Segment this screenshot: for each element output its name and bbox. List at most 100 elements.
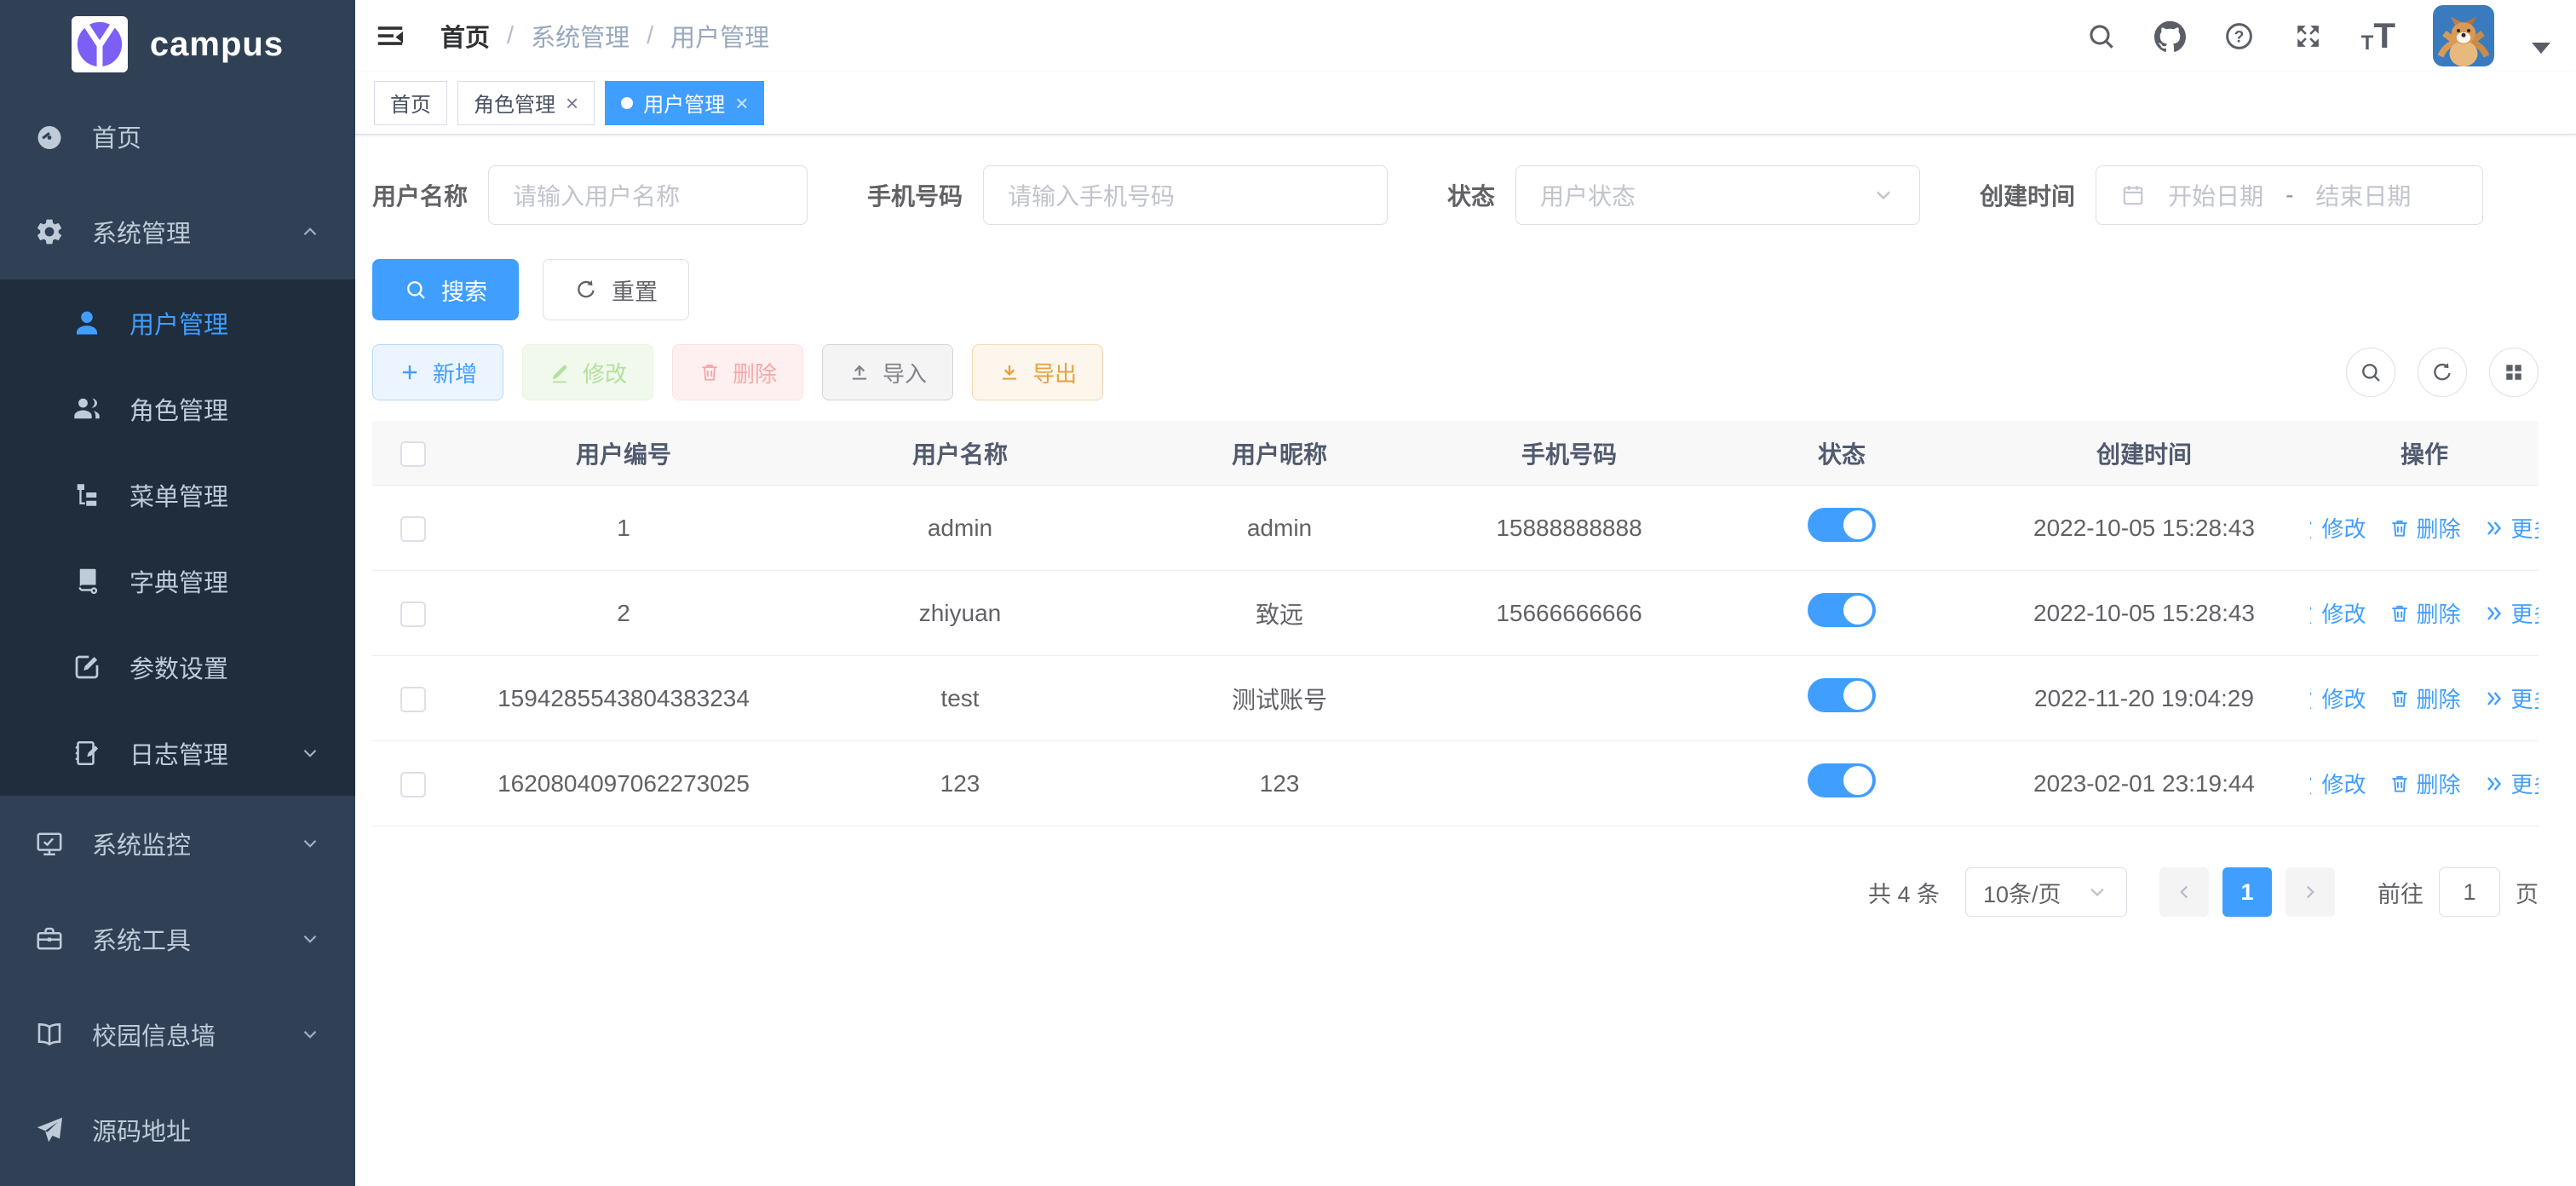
trash-icon bbox=[2389, 602, 2411, 625]
row-delete-link[interactable]: 删除 bbox=[2389, 682, 2461, 714]
sidebar-item-user-management[interactable]: 用户管理 bbox=[0, 279, 355, 366]
row-edit-link[interactable]: 修改 bbox=[2310, 682, 2366, 714]
sidebar-item-menu-management[interactable]: 菜单管理 bbox=[0, 452, 355, 538]
sidebar-item-role-management[interactable]: 角色管理 bbox=[0, 366, 355, 452]
sidebar-item-source-code[interactable]: 源码地址 bbox=[0, 1082, 355, 1177]
help-icon[interactable] bbox=[2223, 20, 2255, 52]
search-icon bbox=[2359, 360, 2383, 384]
edit-button[interactable]: 修改 bbox=[522, 344, 653, 400]
page-size-select[interactable]: 10条/页 bbox=[1965, 867, 2127, 917]
sidebar-item-dict-management[interactable]: 字典管理 bbox=[0, 538, 355, 624]
select-all-checkbox[interactable] bbox=[400, 441, 426, 467]
filter-phone: 手机号码 请输入手机号码 bbox=[867, 165, 1388, 225]
row-edit-link[interactable]: 修改 bbox=[2310, 768, 2366, 799]
log-icon bbox=[72, 738, 102, 769]
row-checkbox[interactable] bbox=[400, 516, 426, 542]
logo[interactable]: campus bbox=[0, 0, 355, 89]
pencil-icon bbox=[2310, 688, 2315, 710]
search-icon[interactable] bbox=[2085, 20, 2117, 52]
github-icon[interactable] bbox=[2154, 20, 2186, 52]
tab-user-management[interactable]: 用户管理 × bbox=[605, 81, 764, 125]
phone-input[interactable]: 请输入手机号码 bbox=[983, 165, 1388, 225]
current-page[interactable]: 1 bbox=[2222, 867, 2272, 917]
total-count: 共 4 条 bbox=[1868, 876, 1940, 909]
search-button[interactable]: 搜索 bbox=[372, 259, 519, 320]
table-row: 1594285543804383234 test 测试账号 2022-11-20… bbox=[372, 656, 2539, 741]
show-search-button[interactable] bbox=[2346, 348, 2395, 397]
breadcrumb-home[interactable]: 首页 bbox=[440, 18, 490, 54]
tab-role-management[interactable]: 角色管理 × bbox=[457, 81, 595, 125]
sidebar-fold-icon[interactable] bbox=[374, 20, 406, 52]
close-icon[interactable]: × bbox=[735, 92, 748, 114]
refresh-table-button[interactable] bbox=[2418, 348, 2467, 397]
status-toggle[interactable] bbox=[1808, 763, 1876, 797]
pagination: 共 4 条 10条/页 1 前往 1 页 bbox=[372, 867, 2539, 917]
tab-home[interactable]: 首页 bbox=[374, 81, 447, 125]
status-toggle[interactable] bbox=[1808, 593, 1876, 627]
breadcrumb-user: 用户管理 bbox=[670, 18, 769, 54]
breadcrumb-system: 系统管理 bbox=[531, 18, 630, 54]
fullscreen-icon[interactable] bbox=[2292, 20, 2324, 52]
row-delete-link[interactable]: 删除 bbox=[2389, 512, 2461, 544]
status-toggle[interactable] bbox=[1808, 508, 1876, 542]
export-button[interactable]: 导出 bbox=[972, 344, 1103, 400]
date-range-picker[interactable]: 开始日期 - 结束日期 bbox=[2096, 165, 2483, 225]
page-unit-label: 页 bbox=[2516, 876, 2539, 909]
page-content: 用户名称 请输入用户名称 手机号码 请输入手机号码 状态 用户状态 创建时间 bbox=[355, 135, 2576, 1186]
sidebar-item-system-management[interactable]: 系统管理 bbox=[0, 184, 355, 279]
row-more-link[interactable]: 更多 bbox=[2483, 512, 2539, 544]
double-arrow-right-icon bbox=[2483, 602, 2505, 625]
add-button[interactable]: 新增 bbox=[372, 344, 503, 400]
delete-button[interactable]: 删除 bbox=[672, 344, 803, 400]
status-toggle[interactable] bbox=[1808, 678, 1876, 712]
chevron-left-icon bbox=[2173, 881, 2195, 903]
caret-down-icon[interactable] bbox=[2532, 43, 2550, 54]
create-time-label: 创建时间 bbox=[1980, 178, 2075, 212]
search-actions: 搜索 重置 bbox=[372, 259, 2539, 320]
import-button[interactable]: 导入 bbox=[822, 344, 953, 400]
row-delete-link[interactable]: 删除 bbox=[2389, 768, 2461, 799]
row-checkbox[interactable] bbox=[400, 602, 426, 627]
close-icon[interactable]: × bbox=[566, 92, 578, 114]
row-checkbox[interactable] bbox=[400, 687, 426, 712]
status-select[interactable]: 用户状态 bbox=[1515, 165, 1920, 225]
grid-icon bbox=[2502, 360, 2526, 384]
sidebar-item-system-monitor[interactable]: 系统监控 bbox=[0, 796, 355, 891]
row-more-link[interactable]: 更多 bbox=[2483, 597, 2539, 629]
prev-page-button[interactable] bbox=[2159, 867, 2209, 917]
row-edit-link[interactable]: 修改 bbox=[2310, 597, 2366, 629]
row-more-link[interactable]: 更多 bbox=[2483, 682, 2539, 714]
upload-icon bbox=[848, 361, 871, 383]
campus-logo-icon bbox=[72, 16, 128, 72]
sidebar-item-log-management[interactable]: 日志管理 bbox=[0, 710, 355, 796]
sidebar-item-param-settings[interactable]: 参数设置 bbox=[0, 624, 355, 710]
users-icon bbox=[72, 394, 102, 424]
pencil-icon bbox=[2310, 773, 2315, 795]
chevron-right-icon bbox=[2299, 881, 2321, 903]
row-delete-link[interactable]: 删除 bbox=[2389, 597, 2461, 629]
username-input[interactable]: 请输入用户名称 bbox=[488, 165, 808, 225]
row-more-link[interactable]: 更多 bbox=[2483, 768, 2539, 799]
table-row: 1620804097062273025 123 123 2023-02-01 2… bbox=[372, 741, 2539, 826]
trash-icon bbox=[2389, 517, 2411, 539]
sidebar-item-system-tools[interactable]: 系统工具 bbox=[0, 891, 355, 987]
reset-button[interactable]: 重置 bbox=[543, 259, 689, 320]
avatar[interactable] bbox=[2433, 5, 2494, 66]
font-size-icon[interactable]: TT bbox=[2361, 18, 2395, 54]
phone-label: 手机号码 bbox=[867, 178, 963, 212]
tags-view-bar: 首页 角色管理 × 用户管理 × bbox=[355, 72, 2576, 135]
download-icon bbox=[998, 361, 1021, 383]
sidebar-item-home[interactable]: 首页 bbox=[0, 89, 355, 184]
goto-page-input[interactable]: 1 bbox=[2439, 867, 2500, 917]
row-checkbox[interactable] bbox=[400, 772, 426, 797]
table-row: 2 zhiyuan 致远 15666666666 2022-10-05 15:2… bbox=[372, 571, 2539, 656]
monitor-icon bbox=[34, 828, 65, 859]
gear-icon bbox=[34, 216, 65, 247]
header-actions: TT bbox=[2085, 5, 2550, 66]
paper-plane-icon bbox=[34, 1114, 65, 1145]
row-edit-link[interactable]: 修改 bbox=[2310, 512, 2366, 544]
sidebar: campus 首页 系统管理 用户管理 角色管理 菜单管理 bbox=[0, 0, 355, 1186]
column-settings-button[interactable] bbox=[2489, 348, 2539, 397]
sidebar-item-campus-wall[interactable]: 校园信息墙 bbox=[0, 987, 355, 1082]
next-page-button[interactable] bbox=[2286, 867, 2335, 917]
